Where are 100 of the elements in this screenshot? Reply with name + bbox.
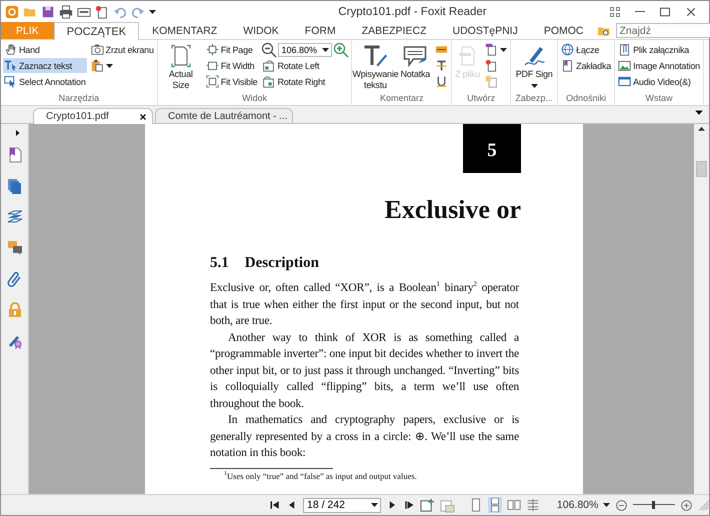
document-icon: [485, 43, 498, 56]
expand-arrow-icon: [14, 129, 22, 137]
ribbon-button[interactable]: Actual Size: [160, 42, 202, 93]
ribbon-button[interactable]: Image Annotation: [617, 58, 701, 73]
toolbar-button[interactable]: [420, 498, 435, 512]
film-icon: [618, 75, 632, 88]
ribbon-button[interactable]: Rotate Right: [261, 74, 350, 89]
menu-tab[interactable]: WIDOK: [230, 22, 292, 39]
icon-button[interactable]: [434, 58, 450, 73]
menu-tab[interactable]: POCZĄTEK: [54, 22, 140, 40]
view-mode-button[interactable]: [506, 497, 521, 513]
chapter-number: 5: [463, 124, 521, 173]
first-page-icon: [269, 499, 281, 511]
menu-tab[interactable]: FORM: [292, 22, 349, 39]
menu-tab[interactable]: ZABEZPIECZ: [348, 22, 440, 39]
chapter-title: Exclusive or: [384, 195, 521, 225]
paragraph: In mathematics and cryptography papers, exclusive or is generally represented by a cross in a circle: ⊕. We’ll use the same notation in this book:: [210, 412, 519, 461]
padlock-icon: [6, 302, 22, 318]
group-label: Komentarz: [378, 93, 425, 105]
rotate-icon: [262, 59, 276, 72]
zoom-field[interactable]: 106.80%: [278, 42, 332, 56]
ribbon-button[interactable]: Łącze: [560, 42, 612, 57]
document-icon: [485, 59, 498, 72]
app-logo-icon: [5, 4, 19, 18]
maximize-icon: [659, 6, 671, 18]
pen-icon: [522, 44, 546, 68]
group-label: Widok: [241, 93, 268, 105]
minus-circle-icon: [615, 498, 628, 512]
zoom-in-button[interactable]: [680, 498, 693, 512]
ribbon-button[interactable]: Notatka: [399, 42, 432, 82]
window-icon: [440, 498, 455, 512]
ribbon-button[interactable]: Zaznacz tekst: [3, 58, 87, 73]
camera-icon: [90, 43, 104, 56]
group-label: Odnośniki: [565, 93, 608, 105]
ribbon-button[interactable]: Select Annotation: [3, 74, 87, 89]
ribbon-button[interactable]: Hand: [3, 42, 87, 57]
slider-thumb[interactable]: [652, 501, 655, 509]
document-tab[interactable]: Comte de Lautréamont - ...: [155, 108, 293, 123]
group-label: Utwórz: [466, 93, 496, 105]
ribbon-button[interactable]: Fit Width: [204, 58, 258, 73]
page-corners-icon: [168, 44, 193, 68]
last-page-button[interactable]: [403, 499, 415, 511]
menu-tab[interactable]: KOMENTARZ: [139, 22, 230, 39]
zoom-in-icon: [333, 42, 350, 58]
attachment-icon: [618, 43, 632, 56]
view-mode-button[interactable]: [526, 497, 540, 513]
zoom-slider[interactable]: [633, 500, 675, 510]
zoom-level[interactable]: 106.80%: [556, 499, 598, 511]
view-mode-button[interactable]: [488, 497, 502, 513]
zoom-out-button[interactable]: [615, 498, 628, 512]
group-label: Zabezp...: [514, 93, 554, 105]
frame-icon: [206, 59, 219, 72]
pointer-icon: [4, 75, 17, 88]
resize-grip-icon: [698, 500, 709, 510]
text-pen-icon: [363, 44, 388, 68]
ribbon-button[interactable]: Fit Visible: [204, 74, 258, 89]
new-document-icon: [95, 4, 109, 18]
facing-pages-icon: [506, 498, 521, 512]
frame-icon: [206, 75, 219, 88]
document-tab[interactable]: Crypto101.pdf: [33, 108, 153, 124]
clipboard-icon: [90, 59, 104, 72]
group-label: Wstaw: [644, 93, 674, 105]
close-icon: [138, 112, 148, 122]
pages-icon: [6, 178, 22, 194]
ribbon-button[interactable]: Wpisywanie tekstu: [354, 42, 396, 93]
dropdown-button[interactable]: [484, 42, 508, 57]
bookmark-page-icon: [6, 147, 22, 163]
comments-icon: [6, 240, 22, 256]
rotate-icon: [262, 75, 276, 88]
window-title: Crypto101.pdf - Foxit Reader: [337, 6, 488, 18]
window-plus-icon: [420, 498, 435, 512]
ribbon-button[interactable]: Plik załącznika: [617, 42, 701, 57]
icon-button[interactable]: [434, 74, 450, 89]
minimize-icon[interactable]: [635, 10, 645, 12]
group-label: Narzędzia: [58, 93, 100, 105]
caret-icon: [500, 48, 508, 52]
menu-tab[interactable]: UDOSTęPNIJ: [439, 22, 531, 39]
caret-icon: [603, 503, 610, 507]
plus-circle-icon: [680, 498, 693, 512]
scrollbar-thumb[interactable]: [696, 161, 707, 177]
paperclip-icon: [6, 271, 22, 287]
search-field[interactable]: Znajdź: [616, 23, 710, 38]
grid-icon: [609, 6, 621, 18]
paragraph: Exclusive or, often called “XOR”, is a Boolean$^{1}$ binary$^{2}$ operator that is true when either the first input or the second input, but not both, are true.: [210, 280, 519, 329]
ribbon-button[interactable]: Zrzut ekranu: [90, 42, 155, 57]
first-page-button[interactable]: [269, 499, 281, 511]
ribbon-button[interactable]: Zakładka: [560, 58, 612, 73]
continuous-facing-icon: [526, 498, 540, 512]
frame-icon: [206, 43, 219, 56]
page-number-field[interactable]: 18 / 242: [303, 498, 381, 512]
menu-tab[interactable]: POMOC: [530, 22, 596, 39]
dropdown-caret-icon: [149, 10, 156, 14]
underline-icon: [435, 75, 448, 88]
ribbon-button[interactable]: PDF Sign: [513, 42, 556, 93]
bookmark-icon: [561, 59, 574, 72]
ribbon-button[interactable]: Rotate Left: [261, 58, 350, 73]
ribbon-button[interactable]: Audio Video(&): [617, 74, 701, 89]
strikethrough-icon: [435, 59, 448, 72]
ribbon-button[interactable]: Fit Page: [204, 42, 258, 57]
section-title: Description: [244, 255, 319, 272]
